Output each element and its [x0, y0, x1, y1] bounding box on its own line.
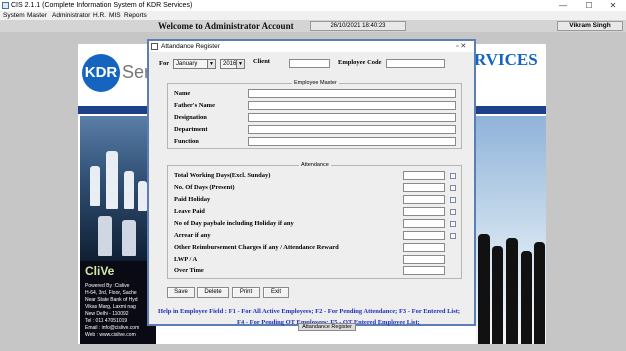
app-icon: [2, 2, 9, 9]
business-people-image: [476, 116, 546, 344]
year-value: 2016: [223, 61, 237, 67]
info-line: Near State Bank of Hyd: [85, 297, 138, 303]
services-heading: RVICES: [474, 50, 538, 69]
menu-master[interactable]: Master: [27, 11, 47, 20]
paid-holiday-field[interactable]: [403, 195, 445, 204]
arrear-field[interactable]: [403, 231, 445, 240]
menu-bar: System Master Administrator H.R. MIS Rep…: [0, 11, 626, 20]
chevron-down-icon[interactable]: ▼: [207, 60, 215, 68]
for-label: For: [159, 60, 170, 67]
name-field[interactable]: [248, 89, 456, 98]
dialog-icon: [151, 43, 158, 50]
window-titlebar: CIS 2.1.1 (Complete Information System o…: [0, 0, 626, 11]
reimbursement-field[interactable]: [403, 243, 445, 252]
info-line: Web : www.cislive.com: [85, 332, 136, 338]
employee-master-legend: Employee Master: [292, 80, 339, 87]
info-line: Vikas Marg, Laxmi nag: [85, 304, 136, 310]
days-payable-field[interactable]: [403, 219, 445, 228]
company-info-box: CliVe Powered By :Cislive H-64, 3rd, Flo…: [80, 261, 156, 344]
arrear-label: Arrear if any: [174, 232, 211, 239]
dialog-title: Attandance Register: [161, 43, 220, 50]
welcome-text: Welcome to Administrator Account: [158, 21, 294, 31]
month-select[interactable]: January ▼: [173, 59, 216, 69]
function-label: Function: [174, 138, 199, 145]
chevron-down-icon[interactable]: ▼: [236, 60, 244, 68]
dialog-controls[interactable]: ▫ ✕: [456, 41, 466, 52]
client-input[interactable]: [289, 59, 330, 68]
lwp-label: LWP / A: [174, 256, 198, 263]
year-select[interactable]: 2016 ▼: [220, 59, 245, 69]
datetime-display: 26/10/2021 18:40:23: [310, 21, 406, 31]
dialog-titlebar: Attandance Register ▫ ✕: [149, 41, 474, 52]
department-label: Department: [174, 126, 208, 133]
info-line: New Delhi - 110092: [85, 311, 129, 317]
maximize-button[interactable]: ☐: [580, 0, 598, 11]
info-line: Email : info@cislive.com: [85, 325, 140, 331]
taskbar-tooltip[interactable]: Attandance Register: [298, 323, 356, 331]
designation-field[interactable]: [248, 113, 456, 122]
reimbursement-label: Other Reimbursement Charges if any / Att…: [174, 244, 339, 251]
name-label: Name: [174, 90, 191, 97]
chess-image: [80, 116, 156, 261]
total-working-days-field[interactable]: [403, 171, 445, 180]
info-line: Powered By :Cislive: [85, 283, 130, 289]
leave-paid-field[interactable]: [403, 207, 445, 216]
employee-code-label: Employee Code: [338, 59, 382, 66]
month-value: January: [176, 61, 198, 67]
minimize-button[interactable]: —: [554, 0, 572, 11]
exit-button[interactable]: Exit: [263, 287, 289, 298]
menu-reports[interactable]: Reports: [124, 11, 147, 20]
save-button[interactable]: Save: [167, 287, 195, 298]
attendance-register-dialog: Attandance Register ▫ ✕ For January ▼ 20…: [147, 39, 476, 326]
fathers-name-field[interactable]: [248, 101, 456, 110]
menu-mis[interactable]: MIS: [109, 11, 121, 20]
days-payable-label: No of Day paybale including Holiday if a…: [174, 220, 294, 227]
window-title: CIS 2.1.1 (Complete Information System o…: [11, 2, 193, 9]
employee-code-input[interactable]: [386, 59, 445, 68]
info-line: Tel : 011 47051019: [85, 318, 128, 324]
user-display: Vikram Singh: [557, 21, 623, 31]
attendance-legend: Attendance: [299, 162, 331, 169]
lookup-icon[interactable]: [450, 233, 456, 239]
function-field[interactable]: [248, 137, 456, 146]
designation-label: Designation: [174, 114, 207, 121]
menu-administrator[interactable]: Administrator: [52, 11, 90, 20]
leave-paid-label: Leave Paid: [174, 208, 205, 215]
kdr-logo: KDR: [82, 54, 120, 92]
lookup-icon[interactable]: [450, 197, 456, 203]
clive-logo: CliVe: [85, 264, 115, 278]
menu-hr[interactable]: H.R.: [93, 11, 106, 20]
delete-button[interactable]: Delete: [197, 287, 229, 298]
menu-system[interactable]: System: [3, 11, 25, 20]
help-text-line1: Help in Employee Field : F1 - For All Ac…: [158, 308, 461, 315]
lookup-icon[interactable]: [450, 173, 456, 179]
info-line: H-64, 3rd, Floor, Sache: [85, 290, 137, 296]
department-field[interactable]: [248, 125, 456, 134]
lwp-field[interactable]: [403, 255, 445, 264]
total-working-days-label: Total Working Days(Excl. Sunday): [174, 172, 271, 179]
days-present-label: No. Of Days (Present): [174, 184, 235, 191]
header-bar: Welcome to Administrator Account 26/10/2…: [0, 20, 626, 32]
close-button[interactable]: ✕: [604, 0, 622, 11]
overtime-field[interactable]: [403, 266, 445, 275]
days-present-field[interactable]: [403, 183, 445, 192]
client-label: Client: [253, 58, 270, 65]
lookup-icon[interactable]: [450, 209, 456, 215]
lookup-icon[interactable]: [450, 185, 456, 191]
lookup-icon[interactable]: [450, 221, 456, 227]
fathers-name-label: Father's Name: [174, 102, 215, 109]
paid-holiday-label: Paid Holiday: [174, 196, 211, 203]
print-button[interactable]: Print: [232, 287, 260, 298]
overtime-label: Over Time: [174, 267, 204, 274]
